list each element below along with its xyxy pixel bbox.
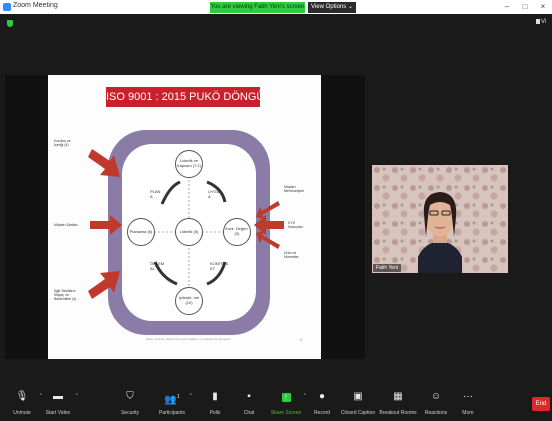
right-label-2: KYS Sonuçları [288,221,303,230]
left-label-2: Müşteri Şartları [54,223,78,227]
zoom-meeting-window: Zoom Meeting You are viewing Fatih Yeni'… [0,0,552,421]
slide-title: ISO 9001 : 2015 PUKÖ DÖNGÜSÜ [106,87,280,107]
right-label-3: Ürün ve Hizmetler [284,251,299,260]
screen-share-banner: You are viewing Fatih Yeni's screen [210,2,305,13]
more-button[interactable]: ··· More [446,390,490,416]
cycle-diagram: Liderlik ve Kapsam (7.1) Planlama (6) Li… [108,130,270,335]
video-icon: ▬ [53,391,63,402]
participants-button[interactable]: 👥1 ^ Participants [150,390,194,416]
chevron-up-icon[interactable]: ^ [76,393,78,399]
phase-check: KONTROL ET [210,261,230,271]
encryption-shield-icon[interactable] [7,20,13,27]
node-left: Planlama (6) [127,218,155,246]
participants-label: Participants [158,410,186,416]
window-title: Zoom Meeting [13,2,58,9]
phase-do: UYGUL A [208,189,222,199]
slide-page-number: 9 [300,337,303,342]
closed-caption-button[interactable]: ▣ Closed Caption [336,390,380,416]
meeting-toolbar: 🎙 ^ Unmute ▬ ^ Start Video ⛉ Security 👥1… [0,385,552,421]
zoom-logo-icon [3,3,11,11]
view-button[interactable]: Vi [536,19,546,25]
phase-act: ÖNLEM AL [150,261,165,271]
security-button[interactable]: ⛉ Security [108,390,152,416]
presentation-slide: ISO 9001 : 2015 PUKÖ DÖNGÜSÜ Liderlik ve… [48,75,321,359]
security-label: Security [120,410,140,416]
node-right: Kont. Değerl. (9) [223,218,251,246]
closed-caption-label: Closed Caption [340,410,376,416]
node-bottom: İyileştir- me (10) [175,287,203,315]
end-meeting-button[interactable]: End [532,397,550,411]
more-icon: ··· [463,391,473,402]
maximize-button[interactable]: □ [516,0,534,14]
right-label-1: Müşteri Memnuniyeti [284,185,304,194]
slide-footer: Kalite Yönetim Sisteminin genel dağılım … [145,337,231,341]
participant-image [372,165,508,273]
minimize-button[interactable]: – [498,0,516,14]
view-options-button[interactable]: View Options ⌄ [308,2,356,13]
title-bar: Zoom Meeting You are viewing Fatih Yeni'… [0,0,552,14]
left-label-3: İlgili Tarafların İhtiyaç ve Beklentiler… [54,289,77,302]
plan-curve-arrow [160,180,181,205]
participants-icon: 👥1 [164,394,180,406]
chevron-up-icon[interactable]: ^ [190,393,192,399]
grid-view-icon [536,19,540,24]
close-button[interactable]: × [534,0,552,14]
view-label: Vi [541,19,547,26]
node-center: Liderlik (5) [175,218,203,246]
start-video-label: Start Video [45,410,71,416]
participant-video[interactable]: Fatih Yeni [372,165,508,273]
more-label: More [462,410,474,416]
phase-plan: PLAN A [150,189,161,199]
start-video-button[interactable]: ▬ ^ Start Video [36,390,80,416]
participants-count: 1 [176,394,180,400]
left-label-1: Kuruluş ve İçeriği (4) [54,139,71,148]
cycle-inner: Liderlik ve Kapsam (7.1) Planlama (6) Li… [122,144,256,321]
node-top: Liderlik ve Kapsam (7.1) [175,150,203,178]
shield-icon: ⛉ [126,391,134,402]
cc-icon: ▣ [353,391,363,402]
participant-name-tag: Fatih Yeni [373,264,401,272]
